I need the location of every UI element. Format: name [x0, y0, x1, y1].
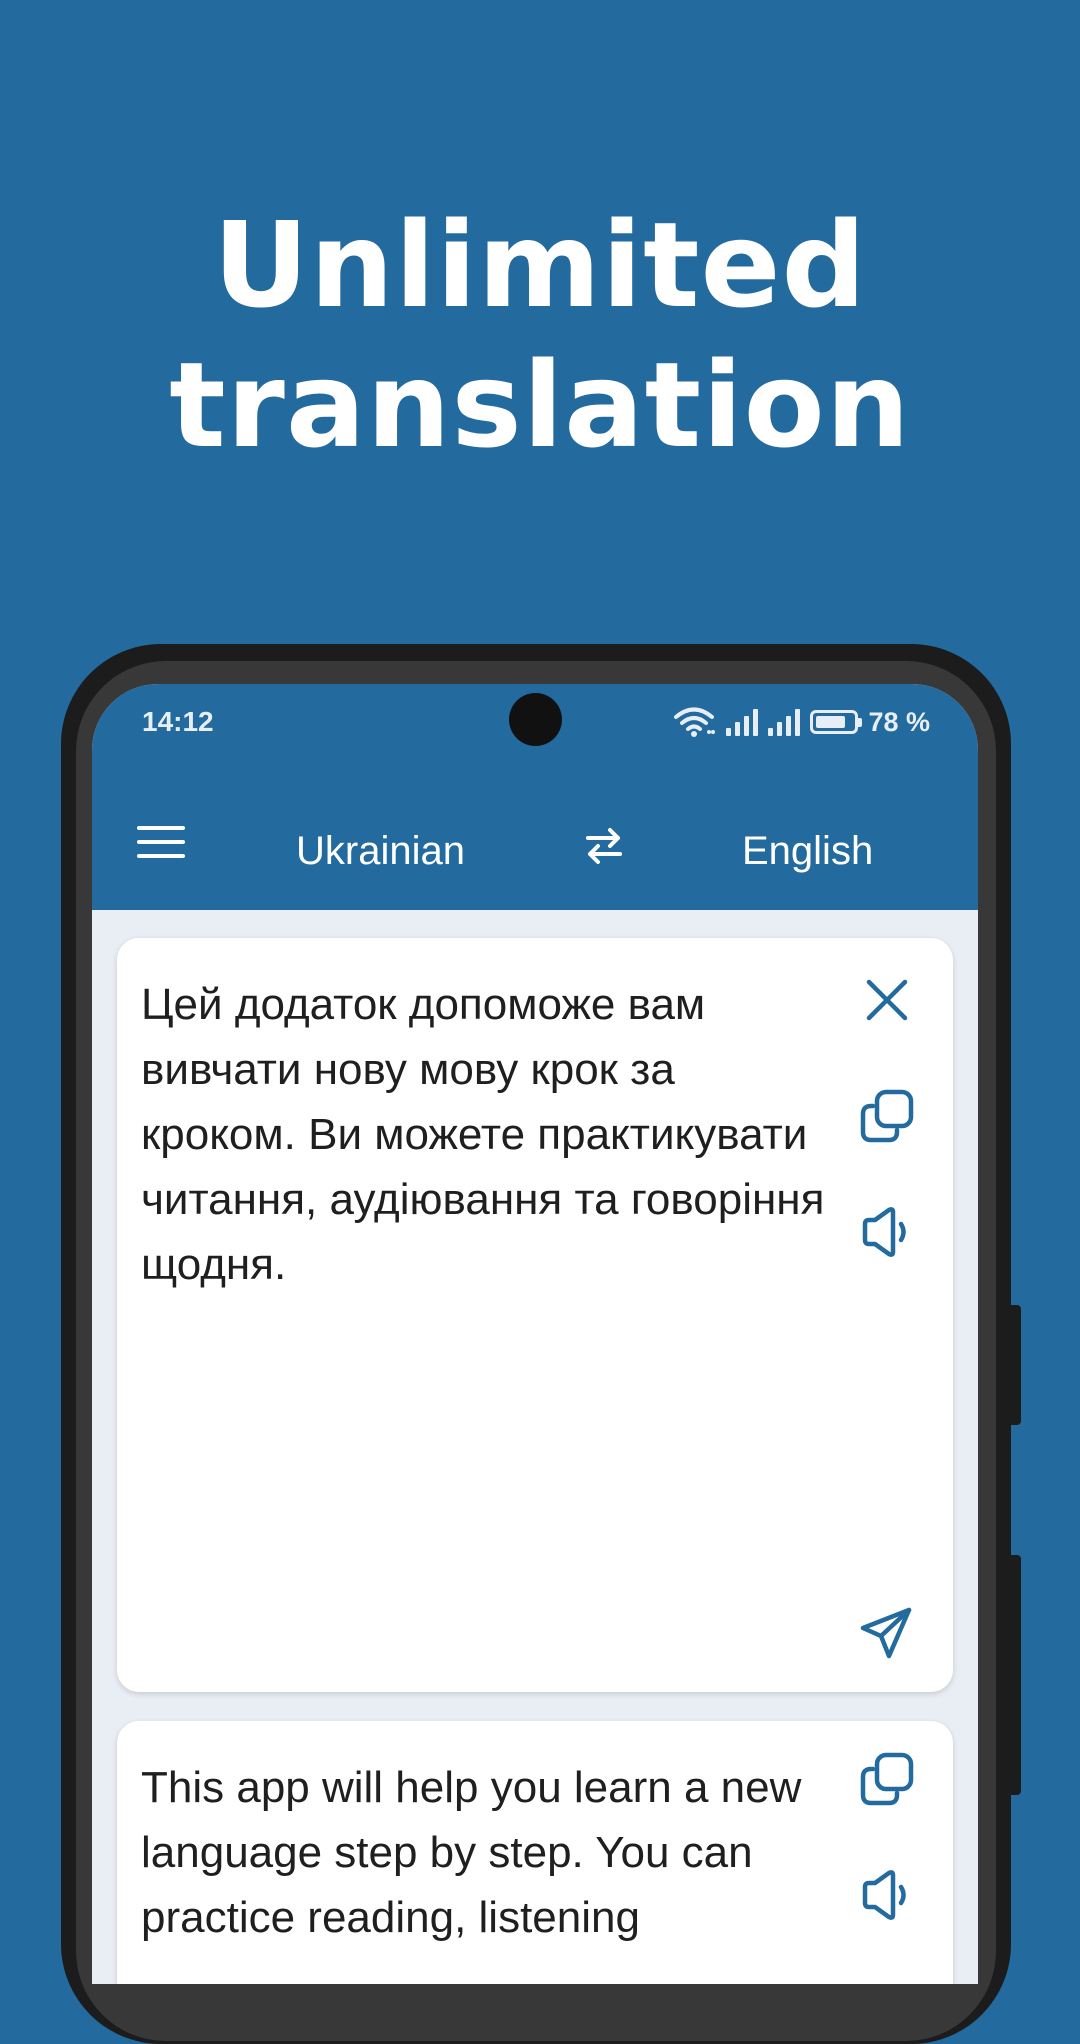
translation-text: This app will help you learn a new langu… [141, 1763, 802, 1942]
app-bar: 14:12 78 % Ukrainian English [92, 684, 978, 910]
send-icon [860, 1607, 912, 1659]
close-icon [866, 979, 908, 1021]
battery-fill [816, 716, 845, 728]
phone-side-button [1011, 1305, 1021, 1425]
menu-icon[interactable] [137, 824, 185, 860]
status-icons: 78 % [672, 706, 930, 738]
signal-icon [768, 708, 801, 736]
source-language-button[interactable]: Ukrainian [296, 829, 465, 874]
battery-percent: 78 % [868, 706, 930, 737]
copy-source-button[interactable] [857, 1086, 917, 1146]
camera-cutout [509, 693, 562, 746]
translation-card: This app will help you learn a new langu… [117, 1721, 953, 1984]
battery-icon [810, 710, 863, 734]
swap-icon[interactable] [580, 822, 628, 870]
copy-translation-button[interactable] [857, 1749, 917, 1809]
copy-icon [860, 1752, 914, 1806]
signal-icon [726, 708, 759, 736]
status-time: 14:12 [142, 706, 214, 737]
speaker-icon [862, 1207, 906, 1257]
headline: Unlimited translation [0, 195, 1080, 475]
target-language-button[interactable]: English [742, 829, 873, 874]
phone-screen: 14:12 78 % Ukrainian English Цей додаток… [92, 684, 978, 1984]
source-text-card: Цей додаток допоможе вам вивчати нову мо… [117, 938, 953, 1692]
copy-icon [860, 1089, 914, 1143]
headline-line-2: translation [169, 336, 911, 474]
speak-source-button[interactable] [857, 1202, 917, 1262]
wifi-icon [674, 707, 716, 737]
speak-translation-button[interactable] [857, 1865, 917, 1925]
headline-line-1: Unlimited [212, 196, 868, 334]
clear-button[interactable] [857, 970, 917, 1030]
speaker-icon [862, 1870, 906, 1920]
source-text-input[interactable]: Цей додаток допоможе вам вивчати нову мо… [141, 972, 831, 1297]
phone-side-button [1011, 1555, 1021, 1795]
translate-send-button[interactable] [857, 1602, 917, 1662]
